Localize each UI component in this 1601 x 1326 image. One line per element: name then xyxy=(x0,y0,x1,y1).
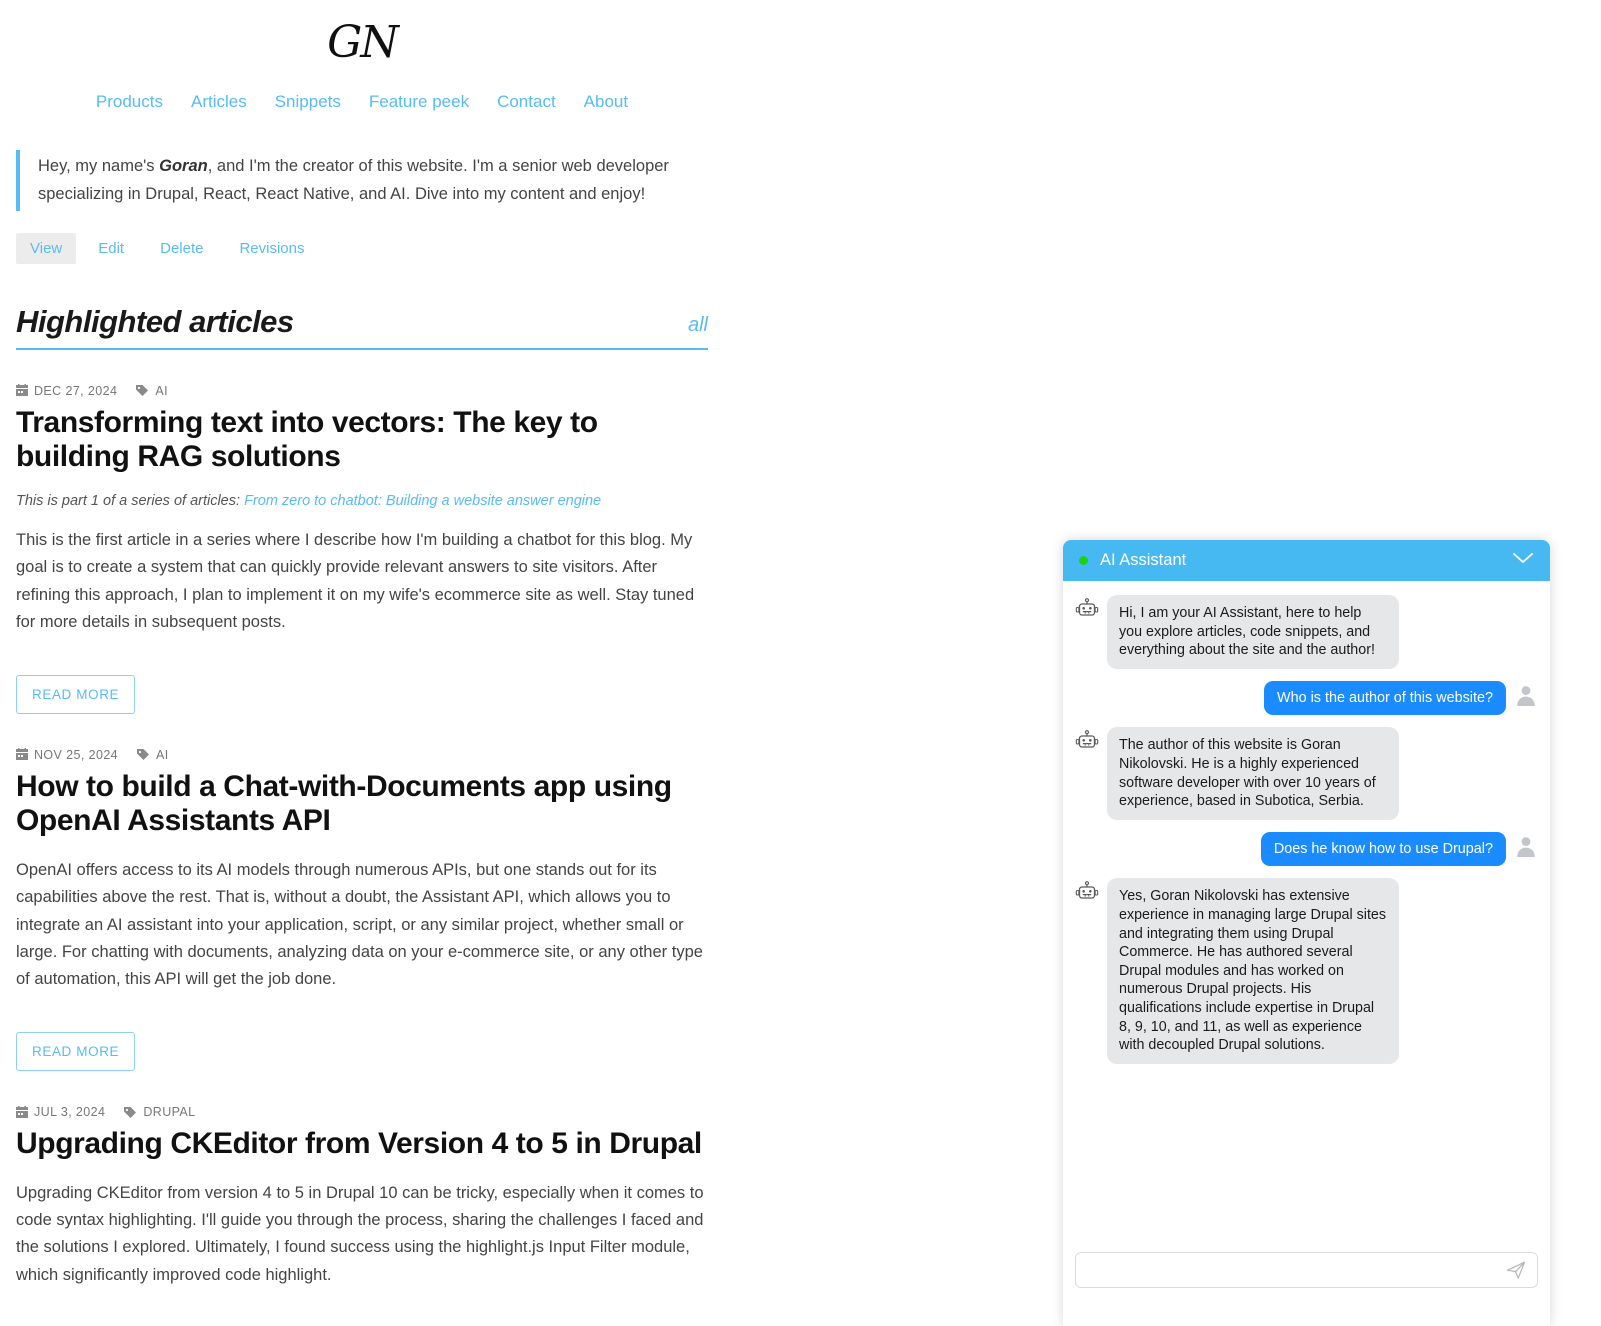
article-date: JUL 3, 2024 xyxy=(16,1105,105,1119)
nav-item-snippets[interactable]: Snippets xyxy=(275,92,341,112)
nav-item-products[interactable]: Products xyxy=(96,92,163,112)
article-card: DEC 27, 2024 AI Transforming text into v… xyxy=(16,384,708,714)
article-date-label: JUL 3, 2024 xyxy=(34,1105,106,1120)
chat-title: AI Assistant xyxy=(1100,551,1187,569)
main-content-column: GN Products Articles Snippets Feature pe… xyxy=(16,0,708,1326)
article-tag: AI xyxy=(135,384,168,398)
article-meta: DEC 27, 2024 AI xyxy=(16,384,708,398)
article-summary: This is the first article in a series wh… xyxy=(16,530,695,631)
tag-icon xyxy=(123,1106,137,1119)
read-more-button[interactable]: READ MORE xyxy=(16,674,136,714)
intro-author-name: Goran xyxy=(159,157,208,175)
nav-item-feature-peek[interactable]: Feature peek xyxy=(369,92,469,112)
chat-message-user: Who is the author of this website? xyxy=(1075,680,1538,716)
chat-message-user: Does he know how to use Drupal? xyxy=(1075,831,1538,867)
calendar-icon xyxy=(16,748,28,761)
article-card: NOV 25, 2024 AI How to build a Chat-with… xyxy=(16,748,708,1072)
robot-icon xyxy=(1075,729,1099,753)
nav-item-articles[interactable]: Articles xyxy=(191,92,247,112)
tab-delete[interactable]: Delete xyxy=(146,233,217,264)
chat-message-bot: The author of this website is Goran Niko… xyxy=(1075,727,1538,820)
article-date-label: DEC 27, 2024 xyxy=(34,383,118,398)
series-link[interactable]: From zero to chatbot: Building a website… xyxy=(244,493,601,509)
chat-bubble-text: Yes, Goran Nikolovski has extensive expe… xyxy=(1107,878,1399,1064)
chat-message-list[interactable]: Hi, I am your AI Assistant, here to help… xyxy=(1063,581,1550,1240)
article-tag-label: AI xyxy=(155,383,168,398)
article-tag-label: AI xyxy=(156,747,169,762)
chat-input-area xyxy=(1063,1240,1550,1326)
main-navigation: Products Articles Snippets Feature peek … xyxy=(16,76,708,122)
chat-bubble-text: Does he know how to use Drupal? xyxy=(1260,831,1506,867)
online-status-dot xyxy=(1079,556,1088,565)
chevron-down-icon[interactable] xyxy=(1512,551,1534,570)
article-meta: JUL 3, 2024 DRUPAL xyxy=(16,1105,708,1119)
user-avatar-icon xyxy=(1514,683,1538,707)
send-message-button[interactable] xyxy=(1505,1260,1527,1280)
chat-input-wrapper[interactable] xyxy=(1075,1252,1538,1288)
ai-assistant-chat-widget: AI Assistant Hi, I am your AI Assistant,… xyxy=(1063,540,1550,1326)
chat-header[interactable]: AI Assistant xyxy=(1063,540,1550,581)
robot-icon xyxy=(1075,597,1099,621)
tag-icon xyxy=(136,748,150,761)
calendar-icon xyxy=(16,384,28,397)
tab-edit[interactable]: Edit xyxy=(84,233,138,264)
chat-bubble-text: The author of this website is Goran Niko… xyxy=(1107,727,1399,820)
article-title[interactable]: Transforming text into vectors: The key … xyxy=(16,406,708,475)
page-root: GN Products Articles Snippets Feature pe… xyxy=(0,0,1601,1326)
nav-item-contact[interactable]: Contact xyxy=(497,92,556,112)
chat-message-bot: Hi, I am your AI Assistant, here to help… xyxy=(1075,595,1538,669)
highlighted-articles-header: Highlighted articles all xyxy=(16,304,708,350)
read-more-button[interactable]: READ MORE xyxy=(16,1032,136,1072)
article-card: JUL 3, 2024 DRUPAL Upgrading CKEditor fr… xyxy=(16,1105,708,1326)
site-logo[interactable]: GN xyxy=(16,0,708,76)
article-title[interactable]: Upgrading CKEditor from Version 4 to 5 i… xyxy=(16,1127,708,1162)
calendar-icon xyxy=(16,1105,28,1119)
robot-icon xyxy=(1075,880,1099,904)
tab-view[interactable]: View xyxy=(16,232,77,264)
article-tag: DRUPAL xyxy=(123,1105,195,1119)
article-summary: OpenAI offers access to its AI models th… xyxy=(16,860,703,989)
chat-bubble-text: Who is the author of this website? xyxy=(1264,680,1506,716)
section-title: Highlighted articles xyxy=(16,303,294,339)
article-summary: Upgrading CKEditor from version 4 to 5 i… xyxy=(16,1183,704,1284)
article-tag: AI xyxy=(136,748,169,762)
site-intro-blockquote: Hey, my name's Goran, and I'm the creato… xyxy=(16,150,706,211)
nav-item-about[interactable]: About xyxy=(584,92,628,112)
article-date: NOV 25, 2024 xyxy=(16,748,118,762)
tab-revisions[interactable]: Revisions xyxy=(225,233,318,264)
view-all-link[interactable]: all xyxy=(688,314,708,340)
user-avatar-icon xyxy=(1514,834,1538,858)
article-series-note: This is part 1 of a series of articles: … xyxy=(16,493,708,509)
chat-bubble-text: Hi, I am your AI Assistant, here to help… xyxy=(1107,595,1399,669)
article-tag-label: DRUPAL xyxy=(143,1105,196,1120)
article-meta: NOV 25, 2024 AI xyxy=(16,748,708,762)
chat-message-bot: Yes, Goran Nikolovski has extensive expe… xyxy=(1075,878,1538,1064)
tag-icon xyxy=(135,384,149,397)
article-date: DEC 27, 2024 xyxy=(16,384,117,398)
series-prefix: This is part 1 of a series of articles: xyxy=(16,492,241,509)
node-admin-tabs: View Edit Delete Revisions xyxy=(16,232,708,264)
article-date-label: NOV 25, 2024 xyxy=(34,747,119,762)
article-title[interactable]: How to build a Chat-with-Documents app u… xyxy=(16,770,708,839)
intro-text-before: Hey, my name's xyxy=(38,157,160,175)
chat-message-input[interactable] xyxy=(1086,1261,1505,1279)
